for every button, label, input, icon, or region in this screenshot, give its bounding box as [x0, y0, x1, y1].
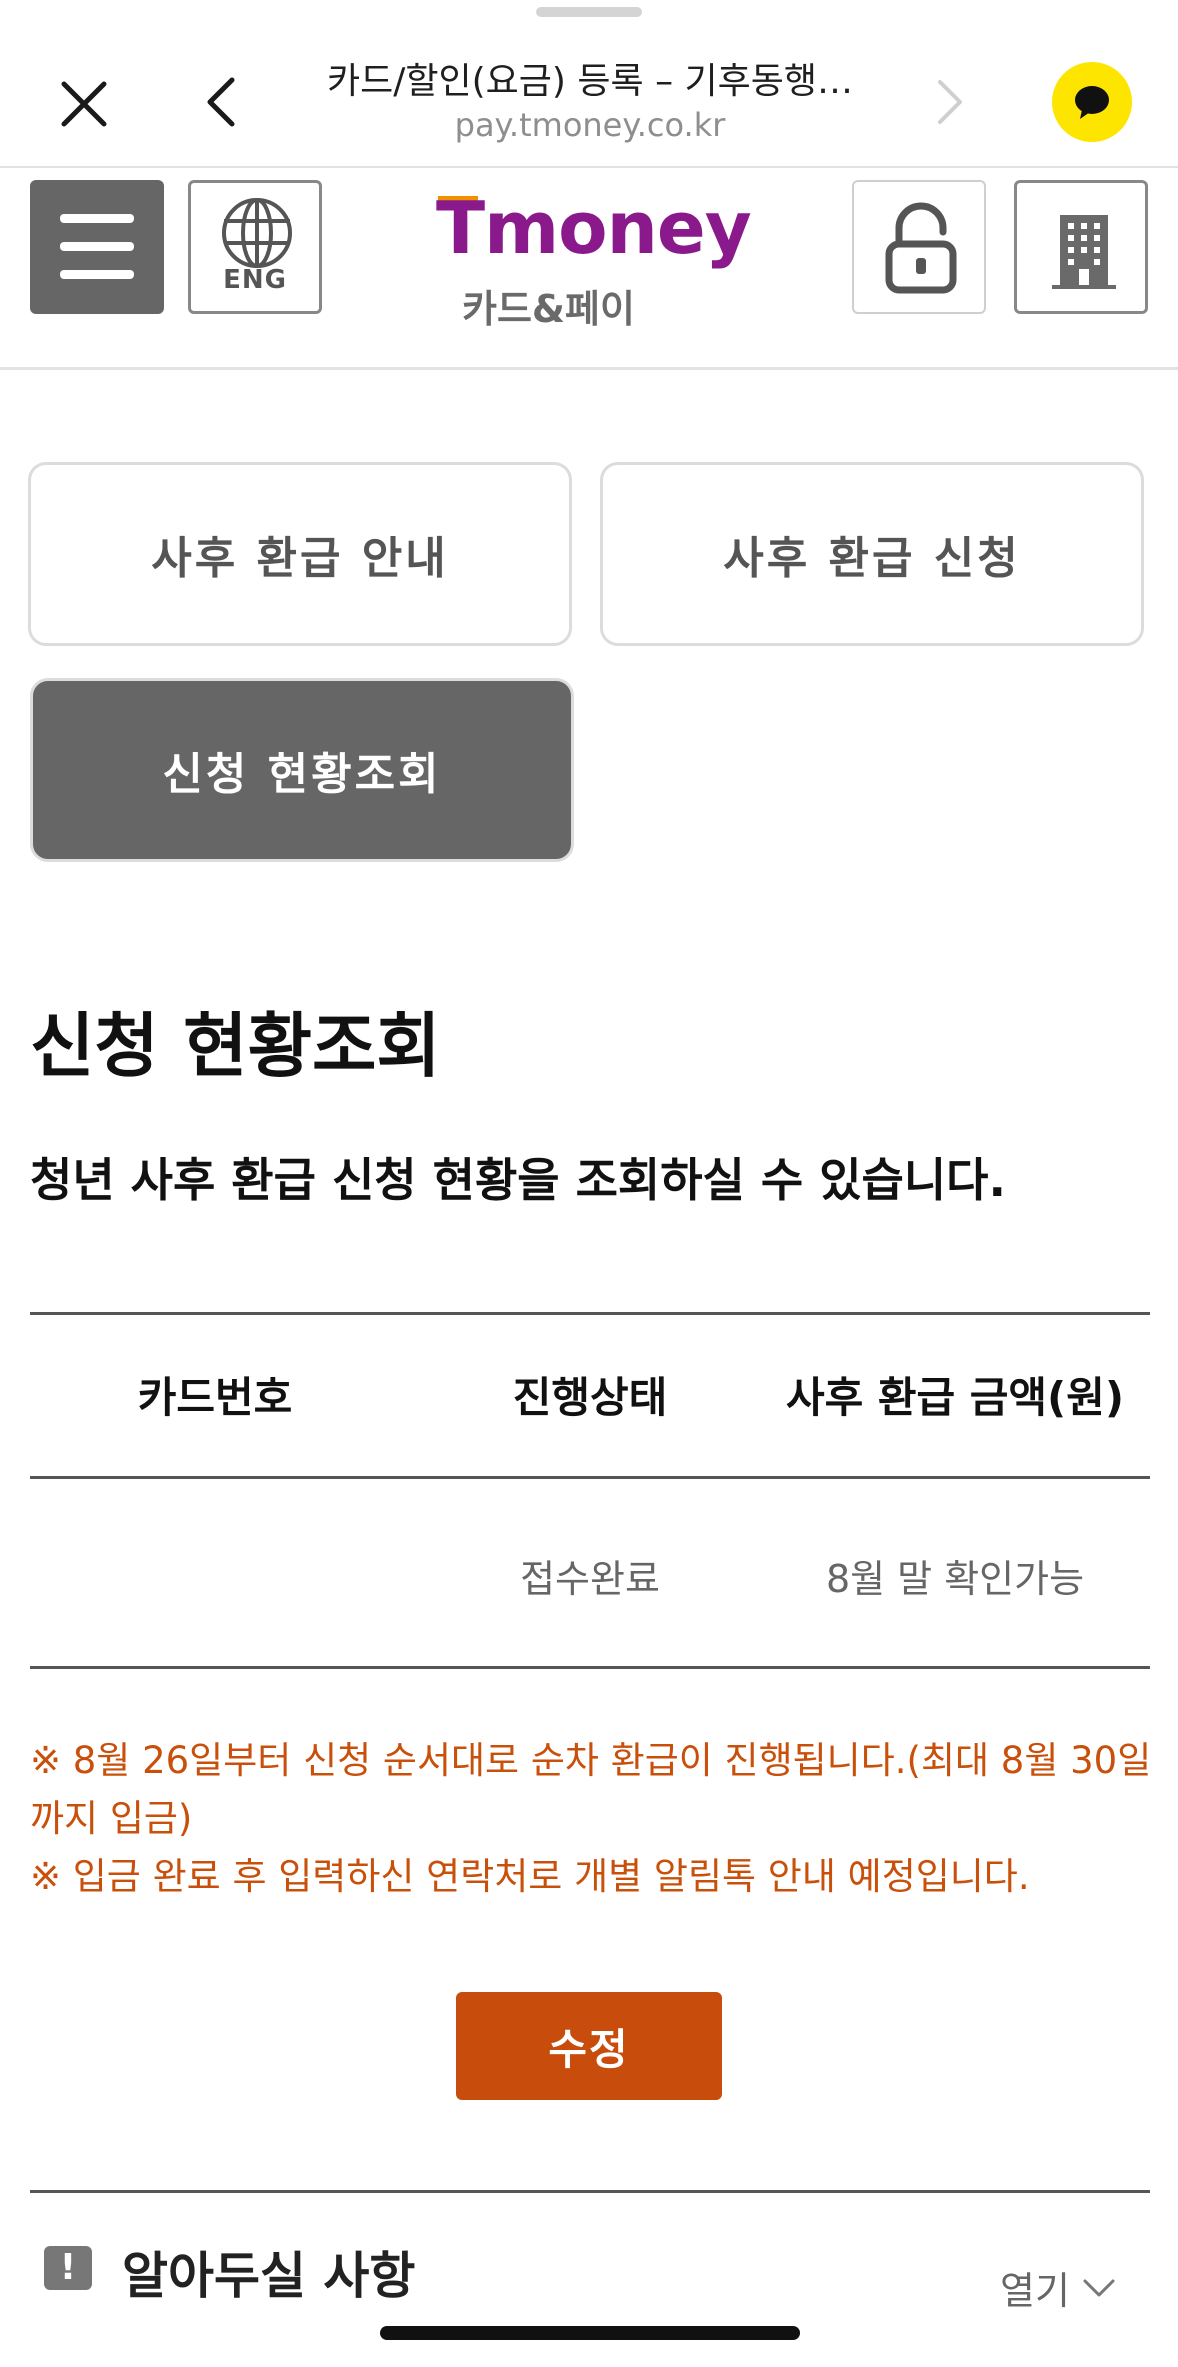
forward-button[interactable] — [918, 70, 982, 134]
edit-button[interactable]: 수정 — [456, 1992, 722, 2100]
section-description: 청년 사후 환급 신청 현황을 조회하실 수 있습니다. — [30, 1153, 1006, 1207]
english-label: ENG — [223, 265, 287, 295]
info-open-toggle[interactable]: 열기 — [1000, 2260, 1116, 2315]
table-header-divider — [30, 1476, 1150, 1479]
browser-toolbar: 카드/할인(요금) 등록 – 기후동행… pay.tmoney.co.kr — [0, 0, 1178, 168]
chevron-down-icon — [1083, 2279, 1115, 2296]
cell-amount: 8월 말 확인가능 — [825, 1557, 1085, 1601]
logo-subtitle: 카드&페이 — [462, 287, 635, 331]
menu-icon-bar — [60, 214, 134, 223]
home-indicator[interactable] — [380, 2326, 800, 2340]
tmoney-logo[interactable]: Tmoney 카드&페이 — [436, 186, 752, 331]
chevron-left-icon — [207, 77, 235, 127]
column-header-card-number: 카드번호 — [137, 1373, 293, 1422]
logo-wordmark: Tmoney — [436, 186, 752, 270]
column-header-amount: 사후 환급 금액(원) — [785, 1373, 1125, 1422]
tab-refund-guide[interactable]: 사후 환급 안내 — [28, 462, 572, 646]
url-text[interactable]: pay.tmoney.co.kr — [290, 106, 890, 144]
menu-icon-bar — [60, 270, 134, 279]
exclamation-icon: ! — [44, 2246, 92, 2290]
sheet-grab-handle[interactable] — [536, 7, 642, 17]
close-icon — [61, 81, 107, 127]
back-button[interactable] — [192, 70, 256, 134]
notice-refund-schedule: ※ 8월 26일부터 신청 순서대로 순차 환급이 진행됩니다.(최대 8월 3… — [30, 1739, 1152, 1840]
page-title-bar: 카드/할인(요금) 등록 – 기후동행… — [327, 61, 853, 102]
tab-status-inquiry[interactable]: 신청 현황조회 — [30, 678, 574, 862]
kakaotalk-button[interactable] — [1052, 62, 1132, 142]
english-button[interactable]: ENG — [188, 180, 322, 314]
section-title: 신청 현황조회 — [30, 1005, 441, 1087]
tab-refund-apply[interactable]: 사후 환급 신청 — [600, 462, 1144, 646]
menu-icon-bar — [60, 242, 134, 251]
site-header: ENG Tmoney 카드&페이 — [0, 168, 1178, 370]
building-icon — [1052, 215, 1116, 289]
open-toggle-label: 열기 — [1000, 2269, 1070, 2313]
info-section-divider — [30, 2190, 1150, 2193]
chevron-right-icon — [938, 80, 962, 124]
column-header-status: 진행상태 — [512, 1373, 668, 1422]
hamburger-menu-button[interactable] — [30, 180, 164, 314]
company-button[interactable] — [1014, 180, 1148, 314]
chat-bubble-icon — [1075, 86, 1109, 119]
table-bottom-border — [30, 1666, 1150, 1669]
unlock-icon — [885, 202, 957, 294]
login-button[interactable] — [852, 180, 986, 314]
notice-alimtalk: ※ 입금 완료 후 입력하신 연락처로 개별 알림톡 안내 예정입니다. — [30, 1855, 1030, 1898]
globe-icon — [222, 198, 292, 268]
table-top-border — [30, 1312, 1150, 1315]
info-section-title: 알아두실 사항 — [122, 2247, 416, 2305]
close-button[interactable] — [52, 72, 116, 136]
cell-status: 접수완료 — [520, 1557, 660, 1601]
